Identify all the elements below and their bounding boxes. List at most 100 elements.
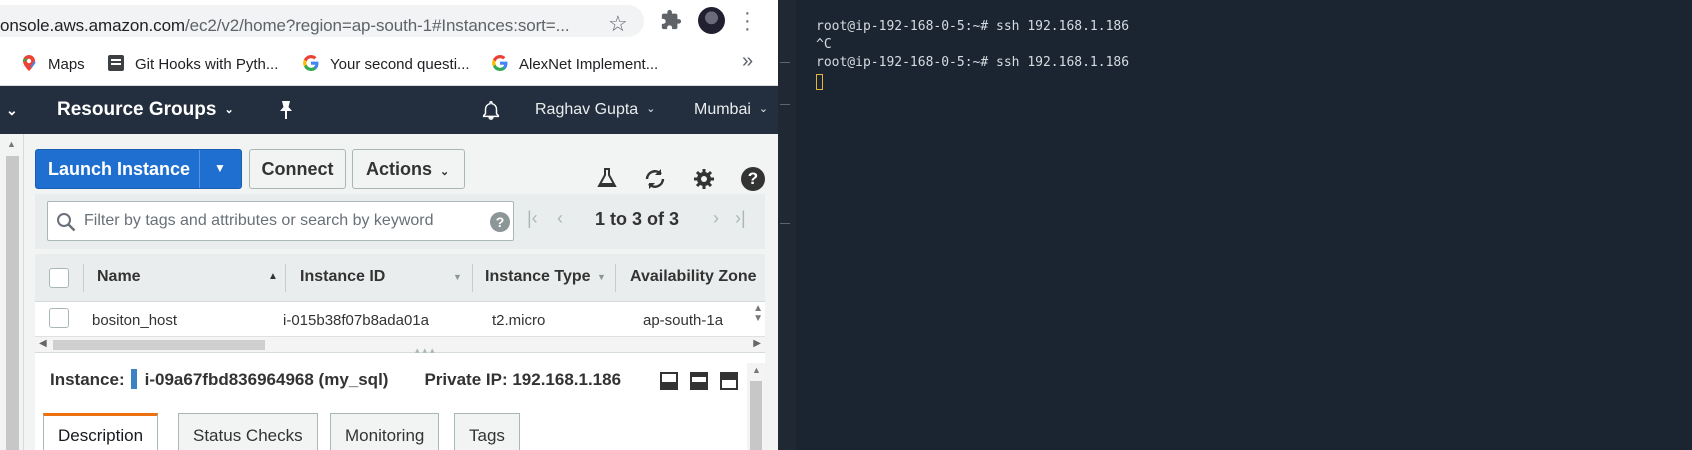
bookmark-label: Maps — [48, 56, 85, 73]
launch-instance-button[interactable]: Launch Instance — [48, 159, 190, 180]
sort-icon[interactable]: ▼ — [597, 272, 606, 282]
browser-menu-icon[interactable]: · · · — [744, 3, 751, 39]
scrollbar-thumb[interactable] — [6, 156, 19, 450]
row-checkbox[interactable] — [49, 308, 69, 328]
terminal-line: ^C — [816, 37, 832, 52]
browser-window: onsole.aws.amazon.com/ec2/v2/home?region… — [0, 0, 778, 450]
terminal-cursor — [816, 74, 823, 90]
first-page-icon[interactable]: |‹ — [527, 208, 538, 229]
scroll-left-arrow-icon[interactable]: ◀ — [39, 338, 47, 349]
table-vertical-scroll-arrows[interactable]: ▲ ▼ — [753, 304, 763, 324]
bookmarks-overflow-button[interactable]: » — [742, 50, 753, 73]
cell-availability-zone: ap-south-1a — [643, 312, 724, 329]
aws-top-nav: ⌄ Resource Groups ⌄ Raghav Gupta ⌄ Mumbai ⌄ — [0, 86, 778, 134]
column-name[interactable]: Name — [97, 268, 141, 286]
panel-split-layout-icon[interactable] — [690, 372, 708, 390]
column-availability-zone[interactable]: Availability Zone — [630, 268, 757, 286]
flask-icon[interactable] — [596, 167, 618, 189]
column-separator — [285, 264, 286, 292]
instance-name: i-09a67fbd836964968 (my_sql) — [144, 370, 389, 389]
chevron-down-icon: ⌄ — [224, 104, 234, 116]
refresh-icon[interactable] — [643, 167, 667, 191]
column-separator — [615, 264, 616, 292]
cell-name: bositon_host — [92, 312, 178, 329]
region-name: Mumbai — [694, 101, 751, 118]
panel-bottom-layout-icon[interactable] — [660, 372, 678, 390]
extensions-icon[interactable] — [660, 9, 682, 31]
resize-grip[interactable]: ▴▴▴ — [415, 345, 438, 356]
detail-header: Instance: i-09a67fbd836964968 (my_sql) Pri… — [50, 369, 621, 390]
cell-instance-type: t2.micro — [492, 312, 546, 329]
region-menu[interactable]: Mumbai ⌄ — [694, 101, 768, 119]
scroll-right-arrow-icon[interactable]: ▶ — [753, 338, 761, 349]
launch-dropdown-chevron-icon[interactable]: ▼ — [214, 161, 226, 175]
chevron-down-icon: ⌄ — [646, 103, 656, 115]
sort-ascending-icon[interactable]: ▲ — [268, 271, 278, 282]
url-text[interactable]: onsole.aws.amazon.com/ec2/v2/home?region… — [0, 16, 570, 36]
select-all-checkbox[interactable] — [49, 268, 69, 288]
search-icon — [57, 213, 76, 232]
user-menu[interactable]: Raghav Gupta ⌄ — [535, 101, 655, 119]
bookmark-label: Your second questi... — [330, 56, 470, 73]
left-panel-scrollbar[interactable]: ▲ — [0, 134, 24, 450]
tab-monitoring[interactable]: Monitoring — [330, 413, 440, 450]
actions-button[interactable]: Actions ⌄ — [352, 149, 465, 189]
bookmark-git-hooks[interactable]: Git Hooks with Pyth... — [107, 54, 278, 73]
resource-groups-label: Resource Groups — [57, 99, 217, 120]
column-instance-type[interactable]: Instance Type — [485, 268, 591, 286]
search-help-icon[interactable]: ? — [490, 212, 510, 232]
scroll-up-arrow-icon[interactable]: ▲ — [7, 139, 16, 149]
selection-marker — [130, 369, 137, 389]
scrollbar-thumb[interactable] — [750, 381, 762, 450]
bookmark-maps[interactable]: Maps — [20, 54, 85, 73]
tab-status-checks[interactable]: Status Checks — [178, 413, 318, 450]
pin-icon[interactable] — [277, 100, 295, 120]
gear-icon[interactable] — [692, 167, 716, 191]
bookmark-icon — [108, 55, 124, 71]
detail-scrollbar[interactable]: ▲ — [747, 363, 765, 450]
tab-tags[interactable]: Tags — [454, 413, 520, 450]
last-page-icon[interactable]: ›| — [735, 208, 746, 229]
profile-avatar[interactable] — [698, 7, 725, 34]
address-bar[interactable]: onsole.aws.amazon.com/ec2/v2/home?region… — [0, 5, 644, 37]
table-row[interactable]: bositon_host i-015b38f07b8ada01a t2.micr… — [35, 302, 765, 336]
terminal-window[interactable]: root@ip-192-168-0-5:~# ssh 192.168.1.186… — [796, 0, 1692, 450]
services-chevron-icon[interactable]: ⌄ — [6, 102, 18, 119]
address-bar-row: onsole.aws.amazon.com/ec2/v2/home?region… — [0, 0, 778, 42]
table-header: Name ▲ Instance ID ▼ Instance Type ▼ Ava… — [35, 254, 765, 302]
actions-label: Actions — [366, 159, 433, 179]
bell-icon[interactable] — [480, 99, 502, 121]
bookmark-label: Git Hooks with Pyth... — [135, 56, 279, 73]
column-separator — [83, 264, 84, 292]
table-horizontal-scrollbar[interactable]: ◀ ▶ — [35, 336, 765, 352]
sort-icon[interactable]: ▼ — [453, 272, 462, 282]
url-host: onsole.aws.amazon.com — [0, 16, 185, 35]
bookmark-label: AlexNet Implement... — [519, 56, 659, 73]
divider-mark — [780, 62, 790, 63]
scroll-up-arrow-icon[interactable]: ▲ — [752, 365, 761, 375]
chevron-down-icon: ⌄ — [440, 166, 450, 178]
next-page-icon[interactable]: › — [713, 208, 719, 229]
filter-bar: Filter by tags and attributes or search … — [35, 194, 765, 249]
divider-mark — [780, 223, 790, 224]
launch-instance-split-button: Launch Instance ▼ — [35, 149, 242, 189]
search-input[interactable]: Filter by tags and attributes or search … — [47, 201, 514, 241]
maps-icon — [22, 55, 36, 71]
divider-mark — [780, 104, 790, 105]
tab-description[interactable]: Description — [43, 413, 159, 450]
panel-top-layout-icon[interactable] — [720, 372, 738, 390]
bookmarks-bar: Maps Git Hooks with Pyth... Your second … — [0, 42, 778, 86]
resource-groups-menu[interactable]: Resource Groups ⌄ — [57, 99, 234, 121]
column-instance-id[interactable]: Instance ID — [300, 268, 385, 286]
instance-label: Instance: — [50, 370, 125, 389]
help-icon[interactable]: ? — [741, 167, 765, 191]
user-name: Raghav Gupta — [535, 101, 639, 118]
bookmark-your-second-question[interactable]: Your second questi... — [302, 54, 470, 73]
terminal-line: root@ip-192-168-0-5:~# ssh 192.168.1.186 — [816, 55, 1130, 70]
scrollbar-thumb[interactable] — [53, 340, 265, 350]
bookmark-star-icon[interactable]: ☆ — [608, 11, 628, 37]
bookmark-alexnet[interactable]: AlexNet Implement... — [491, 54, 658, 73]
prev-page-icon[interactable]: ‹ — [557, 208, 563, 229]
connect-button[interactable]: Connect — [249, 149, 346, 189]
pane-divider[interactable] — [778, 0, 796, 450]
